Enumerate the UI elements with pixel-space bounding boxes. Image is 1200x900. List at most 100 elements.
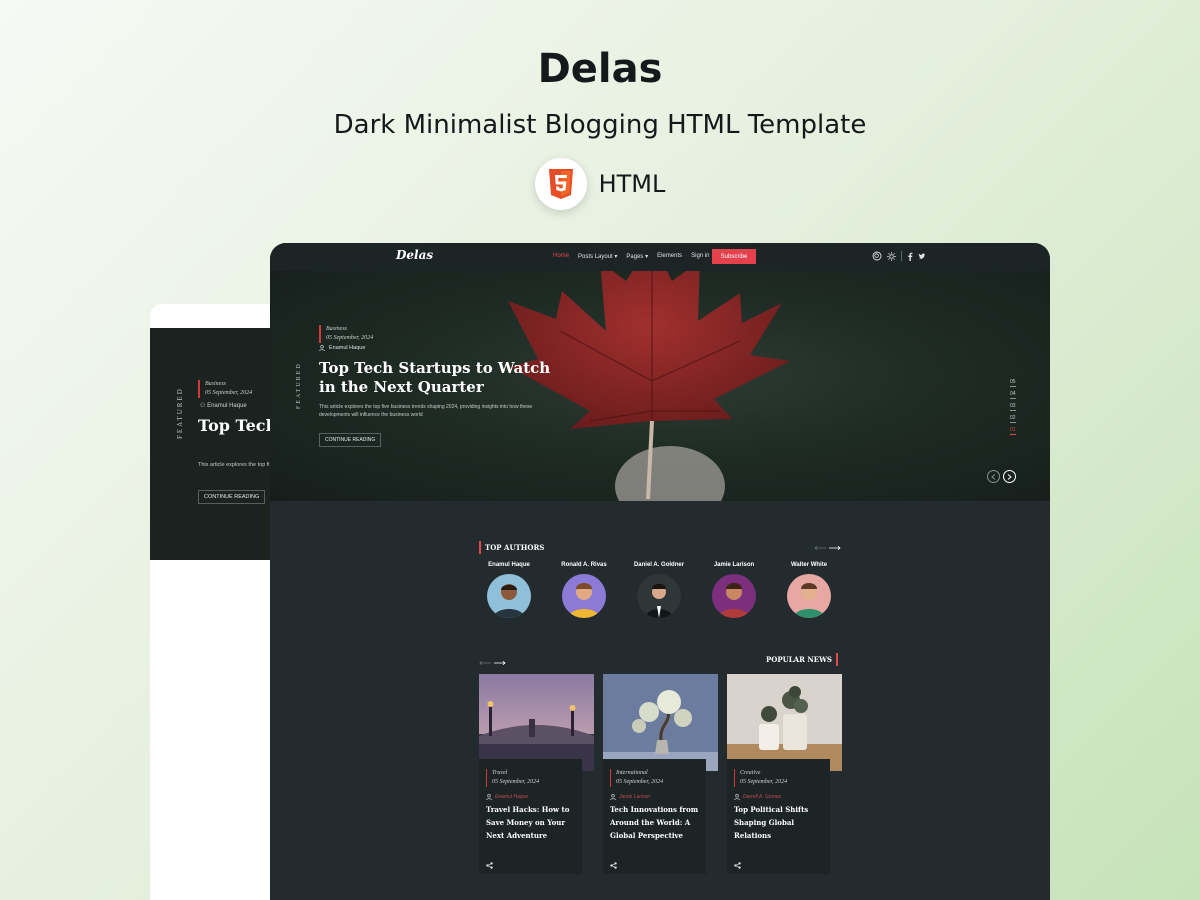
pager-item[interactable]: 02 (1010, 415, 1016, 423)
mobile-post-title[interactable]: Top Tech the Next Q (198, 416, 270, 436)
nav-posts-layout[interactable]: Posts Layout ▾ (578, 253, 617, 260)
promo-subtitle: Dark Minimalist Blogging HTML Template (333, 110, 867, 140)
avatar (637, 574, 681, 618)
desktop-preview: Delas Home Posts Layout ▾ Pages ▾ Elemen… (270, 243, 1050, 900)
nav-home[interactable]: Home (553, 253, 569, 260)
card-author-name: Enamul Haque (495, 794, 529, 800)
nav-icons (872, 251, 926, 261)
prev-slide-button[interactable] (987, 470, 1000, 483)
news-card[interactable]: Creative 05 September, 2024 Darrell A. G… (727, 674, 842, 874)
card-image-bonsai (603, 674, 718, 771)
mobile-author[interactable]: ⚇ Enamul Haque (200, 402, 247, 409)
card-image-bridge (479, 674, 594, 771)
share-icon[interactable] (734, 856, 741, 874)
post-author[interactable]: Enamul Haque (319, 345, 365, 351)
card-category[interactable]: Travel (492, 769, 575, 778)
pager-item[interactable]: 05 (1010, 379, 1016, 387)
author-card[interactable]: Ronald A. Rivas (549, 562, 619, 618)
card-image-plants (727, 674, 842, 771)
pager-item[interactable]: 04 (1010, 391, 1016, 399)
post-meta: Business 05 September, 2024 (319, 325, 373, 343)
html-badge: HTML (0, 158, 1200, 210)
post-category[interactable]: Business (326, 325, 373, 334)
pager-item[interactable]: 03 (1010, 403, 1016, 411)
nav-pages[interactable]: Pages ▾ (626, 253, 648, 260)
card-body: Travel 05 September, 2024 Enamul Haque T… (479, 759, 582, 874)
post-date: 05 September, 2024 (326, 335, 374, 341)
card-category[interactable]: Creative (740, 769, 823, 778)
chevron-left-icon (991, 473, 996, 480)
mobile-featured-label: FEATURED (176, 387, 184, 439)
arrow-right-icon[interactable] (829, 546, 841, 550)
author-name: Walter White (790, 562, 828, 568)
author-name: Enamul Haque (488, 562, 530, 568)
facebook-icon[interactable] (907, 252, 913, 261)
mobile-author-name: Enamul Haque (207, 403, 247, 409)
nav-elements[interactable]: Elements (657, 253, 682, 260)
authors-list: Enamul Haque Ronald A. Rivas Daniel A. G… (474, 562, 844, 618)
author-name: Ronald A. Rivas (561, 562, 607, 568)
chevron-right-icon (1007, 473, 1012, 480)
arrow-right-icon[interactable] (494, 661, 506, 665)
card-author[interactable]: Jamie Larison (610, 794, 699, 800)
badge-label: HTML (598, 170, 666, 198)
mobile-post-meta: Business 05 September, 2024 (198, 380, 252, 398)
card-author[interactable]: Darrell A. Gomez (734, 794, 823, 800)
user-icon (734, 794, 740, 800)
popular-news-heading: POPULAR NEWS (766, 653, 838, 666)
share-icon[interactable] (610, 856, 617, 874)
card-category[interactable]: International (616, 769, 699, 778)
post-description: This article explores the top five busin… (319, 404, 533, 418)
card-meta: International 05 September, 2024 (610, 769, 699, 787)
author-card[interactable]: Enamul Haque (474, 562, 544, 618)
top-authors-heading: TOP AUTHORS (479, 541, 544, 554)
card-date: 05 September, 2024 (616, 779, 664, 785)
user-icon (610, 794, 616, 800)
mobile-continue-button[interactable]: CONTINUE READING (198, 490, 266, 504)
brightness-icon[interactable] (887, 251, 896, 261)
arrow-left-icon[interactable] (479, 661, 491, 665)
subscribe-button[interactable]: Subscribe (712, 249, 756, 264)
pager-item-current[interactable]: 01 (1010, 427, 1016, 435)
card-title[interactable]: Tech Innovations from Around the World: … (610, 803, 699, 842)
arrow-left-icon[interactable] (814, 546, 826, 550)
continue-reading-button[interactable]: CONTINUE READING (319, 433, 382, 447)
nav-divider (901, 251, 902, 261)
post-title[interactable]: Top Tech Startups to Watch in the Next Q… (319, 359, 559, 397)
card-author-name: Darrell A. Gomez (743, 794, 782, 800)
promo-title: Delas (537, 46, 663, 92)
featured-label: FEATURED (296, 362, 302, 409)
user-icon (486, 794, 492, 800)
next-slide-button[interactable] (1003, 470, 1016, 483)
card-meta: Travel 05 September, 2024 (486, 769, 575, 787)
author-card[interactable]: Jamie Larison (699, 562, 769, 618)
author-card[interactable]: Daniel A. Goldner (624, 562, 694, 618)
twitter-icon[interactable] (918, 252, 926, 260)
featured-banner: FEATURED Business 05 September, 2024 Ena… (270, 271, 1050, 501)
author-card[interactable]: Walter White (774, 562, 844, 618)
mobile-date: 05 September, 2024 (205, 390, 253, 396)
html5-icon (534, 158, 587, 210)
author-name: Daniel A. Goldner (633, 562, 685, 568)
slide-pager: 05 04 03 02 01 (1010, 379, 1016, 435)
avatar (787, 574, 831, 618)
nav-links: Home Posts Layout ▾ Pages ▾ Elements Sig… (553, 253, 709, 260)
card-author-name: Jamie Larison (619, 794, 651, 800)
mobile-category[interactable]: Business (205, 380, 252, 389)
share-icon[interactable] (486, 856, 493, 874)
card-body: Creative 05 September, 2024 Darrell A. G… (727, 759, 830, 874)
search-icon[interactable] (872, 251, 882, 261)
news-card[interactable]: International 05 September, 2024 Jamie L… (603, 674, 718, 874)
site-logo[interactable]: Delas (396, 248, 433, 262)
authors-arrows (814, 546, 841, 550)
news-cards: Travel 05 September, 2024 Enamul Haque T… (479, 674, 842, 874)
card-title[interactable]: Travel Hacks: How to Save Money on Your … (486, 803, 575, 842)
card-title[interactable]: Top Political Shifts Shaping Global Rela… (734, 803, 823, 842)
avatar (562, 574, 606, 618)
card-author[interactable]: Enamul Haque (486, 794, 575, 800)
post-author-name: Enamul Haque (329, 345, 366, 351)
nav-sign-in[interactable]: Sign in (691, 253, 709, 260)
mobile-hero-content: FEATURED Business 05 September, 2024 ⚇ E… (150, 304, 270, 564)
card-meta: Creative 05 September, 2024 (734, 769, 823, 787)
news-card[interactable]: Travel 05 September, 2024 Enamul Haque T… (479, 674, 594, 874)
